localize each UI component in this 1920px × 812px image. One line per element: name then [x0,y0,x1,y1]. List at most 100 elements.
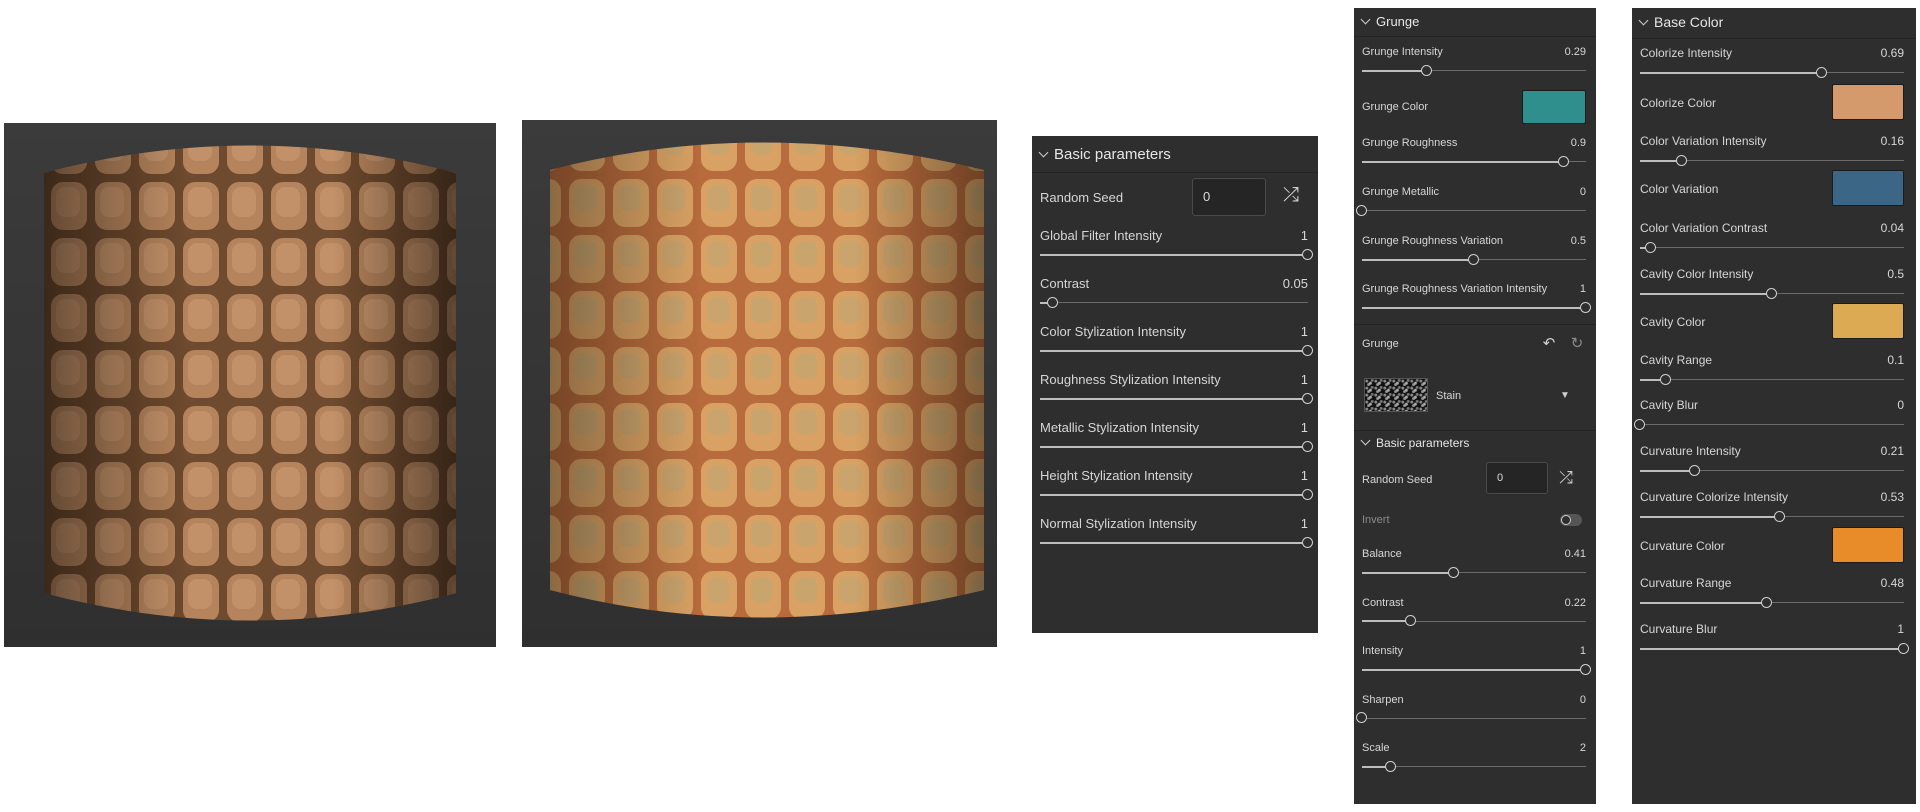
grunge-roughness-variation-slider[interactable] [1362,253,1586,265]
shuffle-icon[interactable]: ⤮ [1556,468,1576,488]
grunge-intensity-slider-handle[interactable] [1420,64,1432,76]
grunge-metallic-slider-handle[interactable] [1356,204,1367,216]
cavity-blur-slider[interactable] [1634,418,1904,430]
grunge-metallic-slider[interactable] [1356,204,1586,216]
contrast-slider[interactable] [1040,296,1308,308]
grunge-roughness-variation-intensity-value: 1 [1579,283,1586,295]
color-stylization-intensity-slider[interactable] [1040,344,1313,356]
curvature-blur-slider-handle[interactable] [1898,642,1909,654]
normal-stylization-intensity-slider-fill [1040,541,1308,544]
contrast-slider-handle[interactable] [1047,296,1059,308]
color-variation-intensity-value: 0.16 [1880,134,1904,148]
color-variation-intensity-label: Color Variation Intensity [1640,134,1767,148]
grunge-resource-label: Grunge [1362,338,1399,350]
metallic-stylization-intensity-slider[interactable] [1040,440,1313,452]
metallic-stylization-intensity-slider-handle[interactable] [1302,440,1313,452]
color-variation-intensity-slider[interactable] [1640,154,1904,166]
height-stylization-intensity-slider-fill [1040,493,1308,496]
colorize-intensity-slider[interactable] [1640,66,1904,78]
contrast-slider-handle[interactable] [1405,615,1417,626]
balance-slider-fill [1362,571,1454,574]
metallic-stylization-intensity-value: 1 [1300,420,1308,435]
intensity-slider[interactable] [1362,663,1591,675]
balance-label: Balance [1362,548,1402,560]
height-stylization-intensity-slider[interactable] [1040,488,1313,500]
height-stylization-intensity-slider-handle[interactable] [1302,488,1313,500]
scale-slider[interactable] [1362,760,1586,772]
normal-stylization-intensity-slider-handle[interactable] [1302,536,1313,548]
curvature-color-swatch[interactable] [1832,527,1904,563]
cavity-range-slider[interactable] [1640,373,1904,385]
color-variation-contrast-slider[interactable] [1640,241,1904,253]
divider [1354,324,1596,325]
cavity-color-intensity-label: Cavity Color Intensity [1640,267,1754,281]
curvature-intensity-label: Curvature Intensity [1640,444,1741,458]
viewport-after[interactable] [522,120,997,647]
cavity-color-intensity-slider[interactable] [1640,287,1904,299]
grunge-intensity-label: Grunge Intensity [1362,46,1443,58]
cavity-blur-slider-handle[interactable] [1634,418,1645,430]
random-seed-input[interactable]: 0 [1486,462,1548,494]
contrast-slider[interactable] [1362,615,1586,626]
curvature-blur-value: 1 [1897,622,1904,636]
reset-icon[interactable]: ↶ [1540,334,1558,352]
section-header[interactable]: Base Color [1638,14,1723,30]
balance-slider[interactable] [1362,566,1586,578]
intensity-value: 1 [1579,645,1586,657]
grunge-intensity-slider[interactable] [1362,64,1586,76]
viewport-before[interactable] [4,123,496,647]
grunge-roughness-variation-intensity-slider[interactable] [1362,301,1591,313]
grunge-thumbnail[interactable] [1364,378,1428,412]
grunge-roughness-slider[interactable] [1362,155,1586,167]
section-header[interactable]: Basic parameters [1038,146,1171,163]
colorize-intensity-slider-handle[interactable] [1816,66,1828,78]
roughness-stylization-intensity-slider-handle[interactable] [1302,392,1313,404]
curvature-color-label: Curvature Color [1640,539,1725,553]
normal-stylization-intensity-slider[interactable] [1040,536,1313,548]
roughness-stylization-intensity-slider-fill [1040,397,1308,400]
color-variation-contrast-slider-handle[interactable] [1644,241,1656,253]
invert-toggle[interactable] [1560,514,1582,526]
sharpen-slider-handle[interactable] [1356,712,1367,723]
section-header[interactable]: Grunge [1360,14,1419,29]
section-header[interactable]: Basic parameters [1360,435,1469,450]
curvature-intensity-slider[interactable] [1640,464,1904,476]
random-seed-input[interactable]: 0 [1192,178,1266,216]
roughness-stylization-intensity-slider[interactable] [1040,392,1313,404]
chevron-down-icon [1360,14,1371,25]
cavity-range-label: Cavity Range [1640,353,1713,367]
balance-slider-handle[interactable] [1447,566,1459,578]
cavity-range-slider-handle[interactable] [1660,373,1672,385]
color-stylization-intensity-slider-handle[interactable] [1302,344,1313,356]
sharpen-value: 0 [1579,693,1586,706]
sharpen-slider[interactable] [1356,712,1586,723]
color-variation-swatch[interactable] [1832,170,1904,206]
curvature-intensity-slider-handle[interactable] [1689,464,1701,476]
cavity-color-intensity-slider-handle[interactable] [1766,287,1777,299]
global-filter-intensity-slider-handle[interactable] [1302,248,1313,260]
color-stylization-intensity-label: Color Stylization Intensity [1040,324,1186,339]
intensity-slider-handle[interactable] [1580,663,1591,675]
global-filter-intensity-slider[interactable] [1040,248,1313,260]
color-variation-intensity-slider-handle[interactable] [1676,154,1688,166]
curvature-range-slider-handle[interactable] [1760,596,1772,608]
dropdown-arrow-icon[interactable]: ▼ [1560,390,1570,401]
scale-slider-handle[interactable] [1385,760,1397,772]
grunge-roughness-slider-handle[interactable] [1557,155,1569,167]
curvature-range-label: Curvature Range [1640,576,1732,590]
colorize-color-swatch[interactable] [1832,84,1904,120]
grunge-color-swatch[interactable] [1522,90,1586,124]
cavity-color-swatch[interactable] [1832,303,1904,339]
grunge-roughness-variation-slider-handle[interactable] [1468,253,1479,265]
curvature-colorize-intensity-slider-handle[interactable] [1773,510,1785,522]
chevron-down-icon [1038,147,1049,158]
scale-value: 2 [1579,742,1586,754]
curvature-blur-slider[interactable] [1640,642,1909,654]
refresh-icon[interactable]: ↻ [1568,334,1586,352]
curvature-intensity-slider-fill [1640,469,1696,472]
shuffle-icon[interactable]: ⤮ [1280,184,1302,207]
grunge-roughness-variation-intensity-slider-handle[interactable] [1580,301,1591,313]
curvature-colorize-intensity-slider[interactable] [1640,510,1904,522]
grunge-roughness-variation-value: 0.5 [1570,235,1586,247]
curvature-range-slider[interactable] [1640,596,1904,608]
